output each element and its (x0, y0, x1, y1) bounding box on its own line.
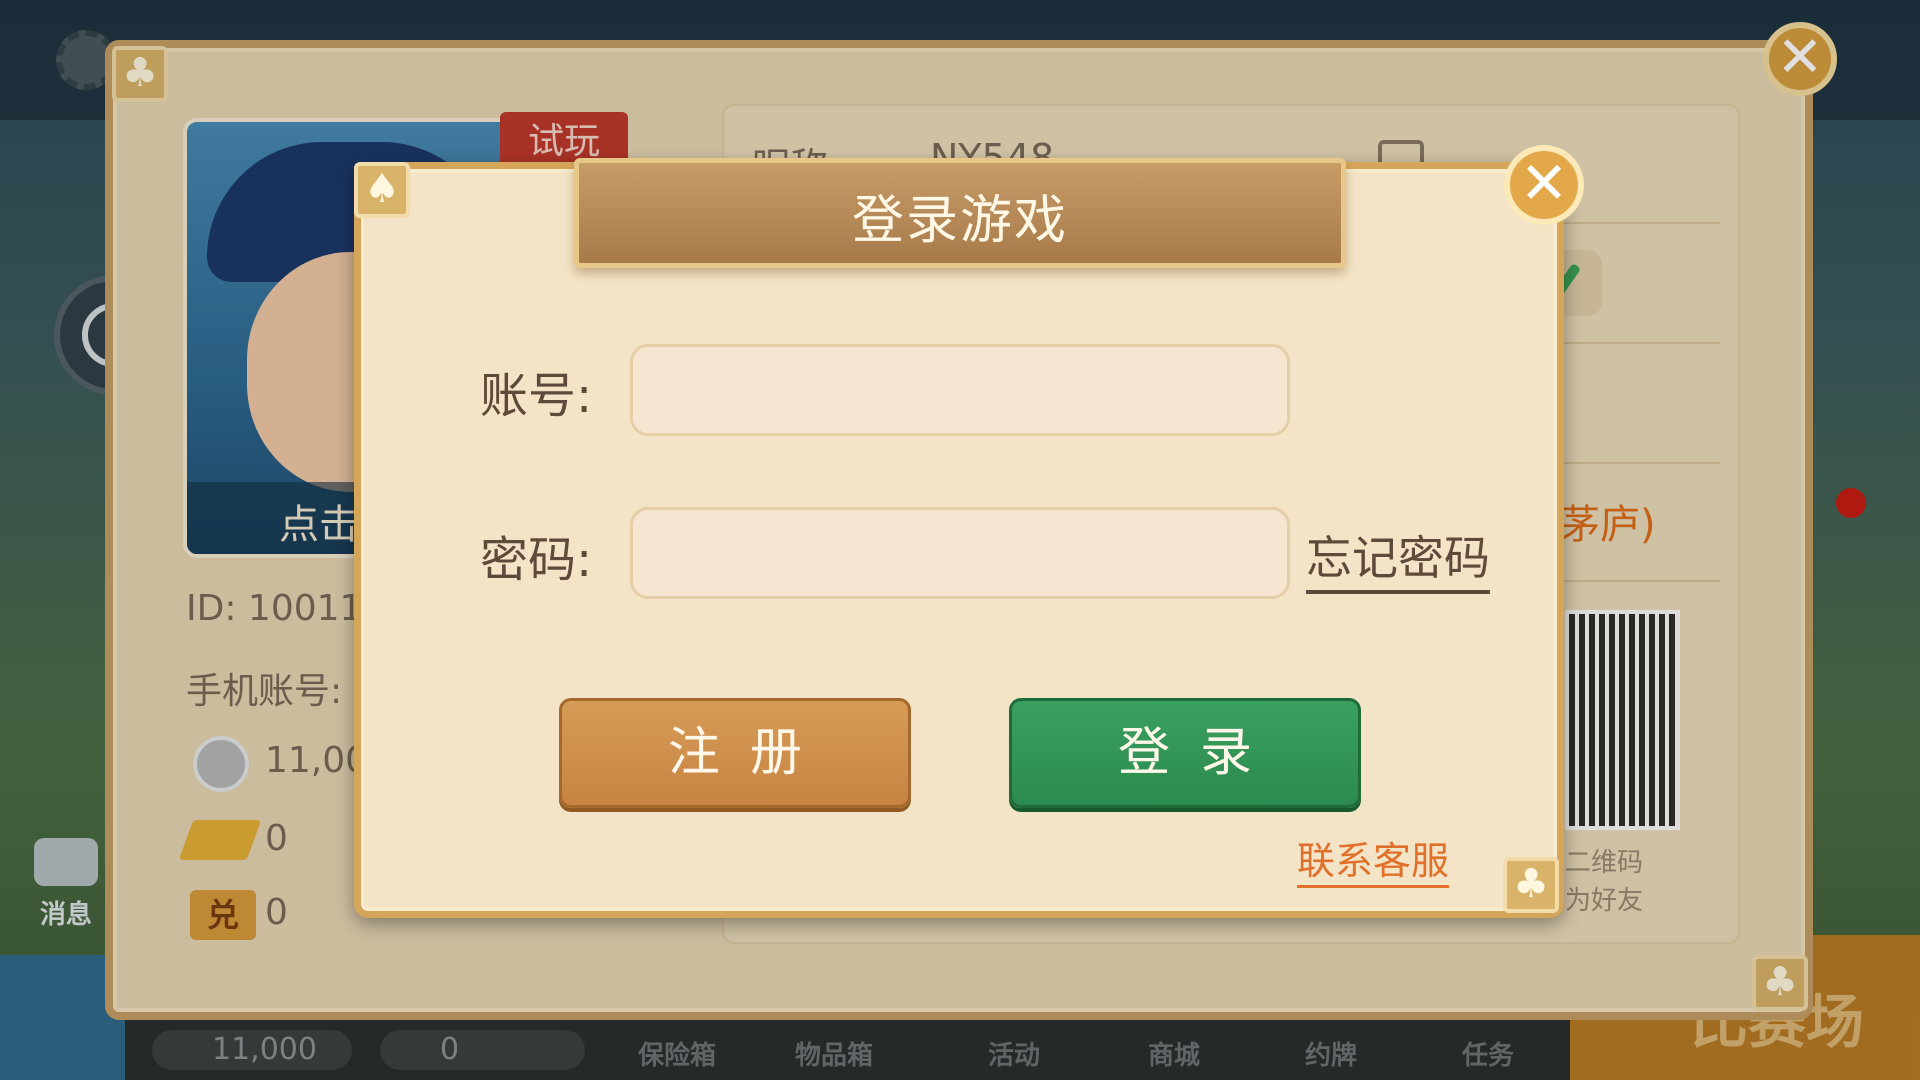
contact-support-link[interactable]: 联系客服 (1297, 830, 1450, 888)
close-icon[interactable]: ✕ (1504, 145, 1584, 225)
spade-suit-icon: ♠ (354, 162, 410, 218)
dialog-title: 登录游戏 (851, 191, 1068, 251)
account-label: 账号: (480, 368, 593, 424)
login-button[interactable]: 登录 (1009, 698, 1361, 808)
password-label: 密码: (480, 532, 593, 588)
password-input[interactable] (630, 507, 1290, 599)
forgot-password-link[interactable]: 忘记密码 (1306, 522, 1490, 594)
club-suit-icon: ♣ (1503, 857, 1559, 913)
register-button[interactable]: 注册 (559, 698, 911, 808)
account-input[interactable] (630, 344, 1290, 436)
